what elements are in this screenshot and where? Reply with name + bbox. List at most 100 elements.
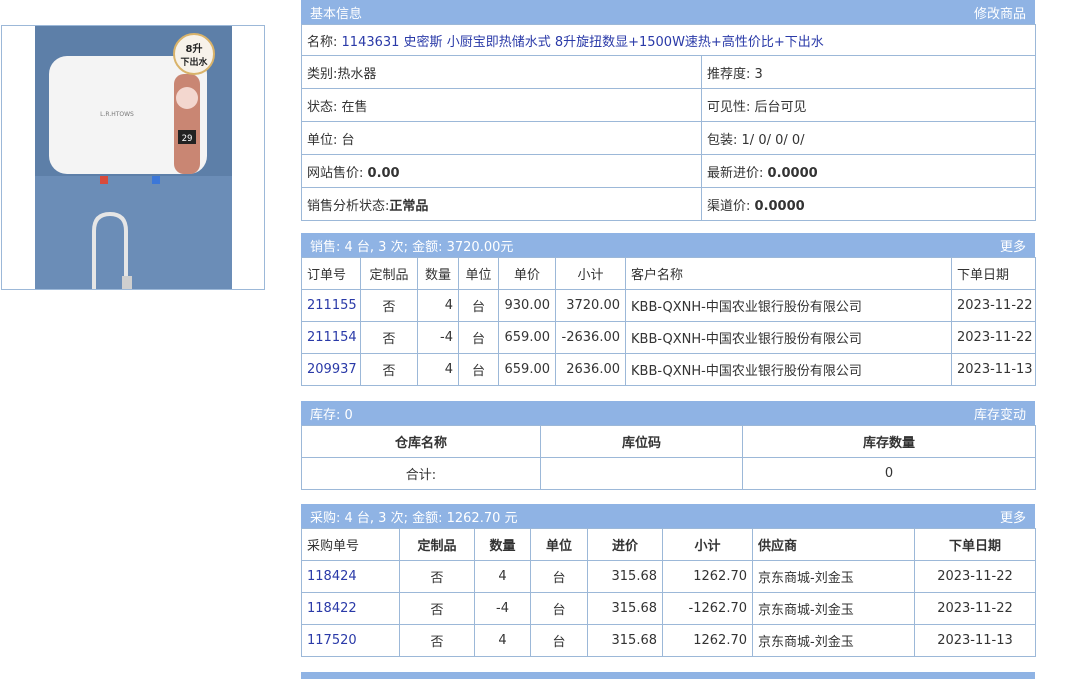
recommend-value: 3 xyxy=(754,66,763,82)
purchase-cost: 315.68 xyxy=(587,592,663,625)
water-heater-illustration: 29 L.R.HTOWS 8升 下出水 xyxy=(35,26,232,289)
purchase-col-date: 下单日期 xyxy=(914,528,1036,561)
sales-qty: 4 xyxy=(417,289,459,322)
stock-change-link[interactable]: 库存变动 xyxy=(974,404,1026,423)
purchase-date: 2023-11-22 xyxy=(914,592,1036,625)
purchase-unit: 台 xyxy=(530,624,588,657)
sales-order-link[interactable]: 209937 xyxy=(301,353,361,386)
channel-price-value: 0.0000 xyxy=(754,198,805,214)
purchase-supplier: 京东商城-刘金玉 xyxy=(752,592,915,625)
stock-header-row: 仓库名称 库位码 库存数量 xyxy=(301,425,1036,458)
stock-col-qty: 库存数量 xyxy=(742,425,1036,458)
sales-more-link[interactable]: 更多 xyxy=(1000,236,1026,255)
purchase-more-link[interactable]: 更多 xyxy=(1000,507,1026,526)
table-row: 118422 否 -4 台 315.68 -1262.70 京东商城-刘金玉 2… xyxy=(301,592,1036,625)
pack-cell: 包装: 1/ 0/ 0/ 0/ xyxy=(701,121,1036,155)
purchase-col-order: 采购单号 xyxy=(301,528,400,561)
visibility-cell: 可见性: 后台可见 xyxy=(701,88,1036,122)
category-value: 热水器 xyxy=(337,66,377,82)
purchase-order-link[interactable]: 118422 xyxy=(301,592,400,625)
recommend-cell: 推荐度: 3 xyxy=(701,55,1036,89)
next-section-header xyxy=(301,672,1035,679)
sales-unit: 台 xyxy=(458,321,499,354)
sales-summary: 销售: 4 台, 3 次; 金额: 3720.00元 xyxy=(310,239,514,255)
purchase-supplier: 京东商城-刘金玉 xyxy=(752,560,915,593)
stock-header: 库存: 0 库存变动 xyxy=(301,401,1035,425)
stock-total-row: 合计: 0 xyxy=(301,457,1036,490)
sales-custom: 否 xyxy=(360,321,418,354)
purchase-qty: 4 xyxy=(474,624,531,657)
purchase-custom: 否 xyxy=(399,592,475,625)
sales-col-qty: 数量 xyxy=(417,257,459,290)
purchase-col-subtotal: 小计 xyxy=(662,528,753,561)
sales-unit: 台 xyxy=(458,353,499,386)
sales-order-link[interactable]: 211154 xyxy=(301,321,361,354)
status-label: 状态: xyxy=(307,99,338,115)
stock-total-location xyxy=(540,457,743,490)
purchase-subtotal: -1262.70 xyxy=(662,592,753,625)
category-label: 类别: xyxy=(307,66,338,82)
purchase-panel: 采购: 4 台, 3 次; 金额: 1262.70 元 更多 采购单号 定制品 … xyxy=(301,504,1036,657)
sales-customer: KBB-QXNH-中国农业银行股份有限公司 xyxy=(625,289,952,322)
purchase-table: 采购单号 定制品 数量 单位 进价 小计 供应商 下单日期 118424 否 4… xyxy=(301,528,1036,657)
table-row: 118424 否 4 台 315.68 1262.70 京东商城-刘金玉 202… xyxy=(301,560,1036,593)
purchase-header: 采购: 4 台, 3 次; 金额: 1262.70 元 更多 xyxy=(301,504,1035,528)
sales-date: 2023-11-22 xyxy=(951,289,1036,322)
sales-date: 2023-11-22 xyxy=(951,321,1036,354)
stock-table: 仓库名称 库位码 库存数量 合计: 0 xyxy=(301,425,1036,490)
sales-header-row: 订单号 定制品 数量 单位 单价 小计 客户名称 下单日期 xyxy=(301,257,1036,290)
sales-table: 订单号 定制品 数量 单位 单价 小计 客户名称 下单日期 211155 否 4… xyxy=(301,257,1036,386)
table-row: 211154 否 -4 台 659.00 -2636.00 KBB-QXNH-中… xyxy=(301,321,1036,354)
name-label: 名称: xyxy=(307,34,338,50)
purchase-order-link[interactable]: 118424 xyxy=(301,560,400,593)
sales-qty: 4 xyxy=(417,353,459,386)
channel-price-cell: 渠道价: 0.0000 xyxy=(701,187,1036,221)
basic-info-panel: 基本信息 修改商品 名称: 1143631 史密斯 小厨宝即热储水式 8升旋扭数… xyxy=(301,0,1036,221)
table-row: 117520 否 4 台 315.68 1262.70 京东商城-刘金玉 202… xyxy=(301,624,1036,657)
purchase-summary: 采购: 4 台, 3 次; 金额: 1262.70 元 xyxy=(310,510,518,526)
status-cell: 状态: 在售 xyxy=(301,88,702,122)
sales-price: 659.00 xyxy=(498,321,556,354)
web-price-label: 网站售价: xyxy=(307,165,364,181)
visibility-label: 可见性: xyxy=(707,99,751,115)
basic-info-title: 基本信息 xyxy=(310,6,363,22)
sales-qty: -4 xyxy=(417,321,459,354)
purchase-custom: 否 xyxy=(399,560,475,593)
web-price-value: 0.00 xyxy=(367,165,400,181)
purchase-qty: 4 xyxy=(474,560,531,593)
purchase-col-supplier: 供应商 xyxy=(752,528,915,561)
badge-capacity: 8升 xyxy=(186,42,203,55)
purchase-order-link[interactable]: 117520 xyxy=(301,624,400,657)
product-name-link[interactable]: 1143631 史密斯 小厨宝即热储水式 8升旋扭数显+1500W速热+高性价比… xyxy=(342,35,824,50)
sales-col-customer: 客户名称 xyxy=(625,257,952,290)
product-image: 29 L.R.HTOWS 8升 下出水 xyxy=(1,25,265,290)
status-value: 在售 xyxy=(341,99,368,115)
sales-col-custom: 定制品 xyxy=(360,257,418,290)
sales-unit: 台 xyxy=(458,289,499,322)
basic-info-table: 名称: 1143631 史密斯 小厨宝即热储水式 8升旋扭数显+1500W速热+… xyxy=(301,24,1036,221)
purchase-date: 2023-11-13 xyxy=(914,624,1036,657)
sales-panel: 销售: 4 台, 3 次; 金额: 3720.00元 更多 订单号 定制品 数量… xyxy=(301,233,1036,386)
purchase-cost: 315.68 xyxy=(587,560,663,593)
sales-status-label: 销售分析状态: xyxy=(307,198,390,214)
purchase-date: 2023-11-22 xyxy=(914,560,1036,593)
sales-order-link[interactable]: 211155 xyxy=(301,289,361,322)
sales-customer: KBB-QXNH-中国农业银行股份有限公司 xyxy=(625,321,952,354)
sales-col-order: 订单号 xyxy=(301,257,361,290)
purchase-qty: -4 xyxy=(474,592,531,625)
sales-subtotal: -2636.00 xyxy=(555,321,626,354)
sales-col-price: 单价 xyxy=(498,257,556,290)
purchase-col-cost: 进价 xyxy=(587,528,663,561)
basic-info-header: 基本信息 修改商品 xyxy=(301,0,1035,24)
recommend-label: 推荐度: xyxy=(707,66,751,82)
stock-panel: 库存: 0 库存变动 仓库名称 库位码 库存数量 合计: 0 xyxy=(301,401,1036,490)
badge-outlet: 下出水 xyxy=(180,56,208,68)
unit-value: 台 xyxy=(341,132,355,148)
latest-cost-label: 最新进价: xyxy=(707,165,764,181)
stock-col-location: 库位码 xyxy=(540,425,743,458)
unit-cell: 单位: 台 xyxy=(301,121,702,155)
table-row: 209937 否 4 台 659.00 2636.00 KBB-QXNH-中国农… xyxy=(301,353,1036,386)
edit-product-link[interactable]: 修改商品 xyxy=(974,3,1026,22)
latest-cost-value: 0.0000 xyxy=(767,165,818,181)
brand-label: L.R.HTOWS xyxy=(100,111,134,118)
